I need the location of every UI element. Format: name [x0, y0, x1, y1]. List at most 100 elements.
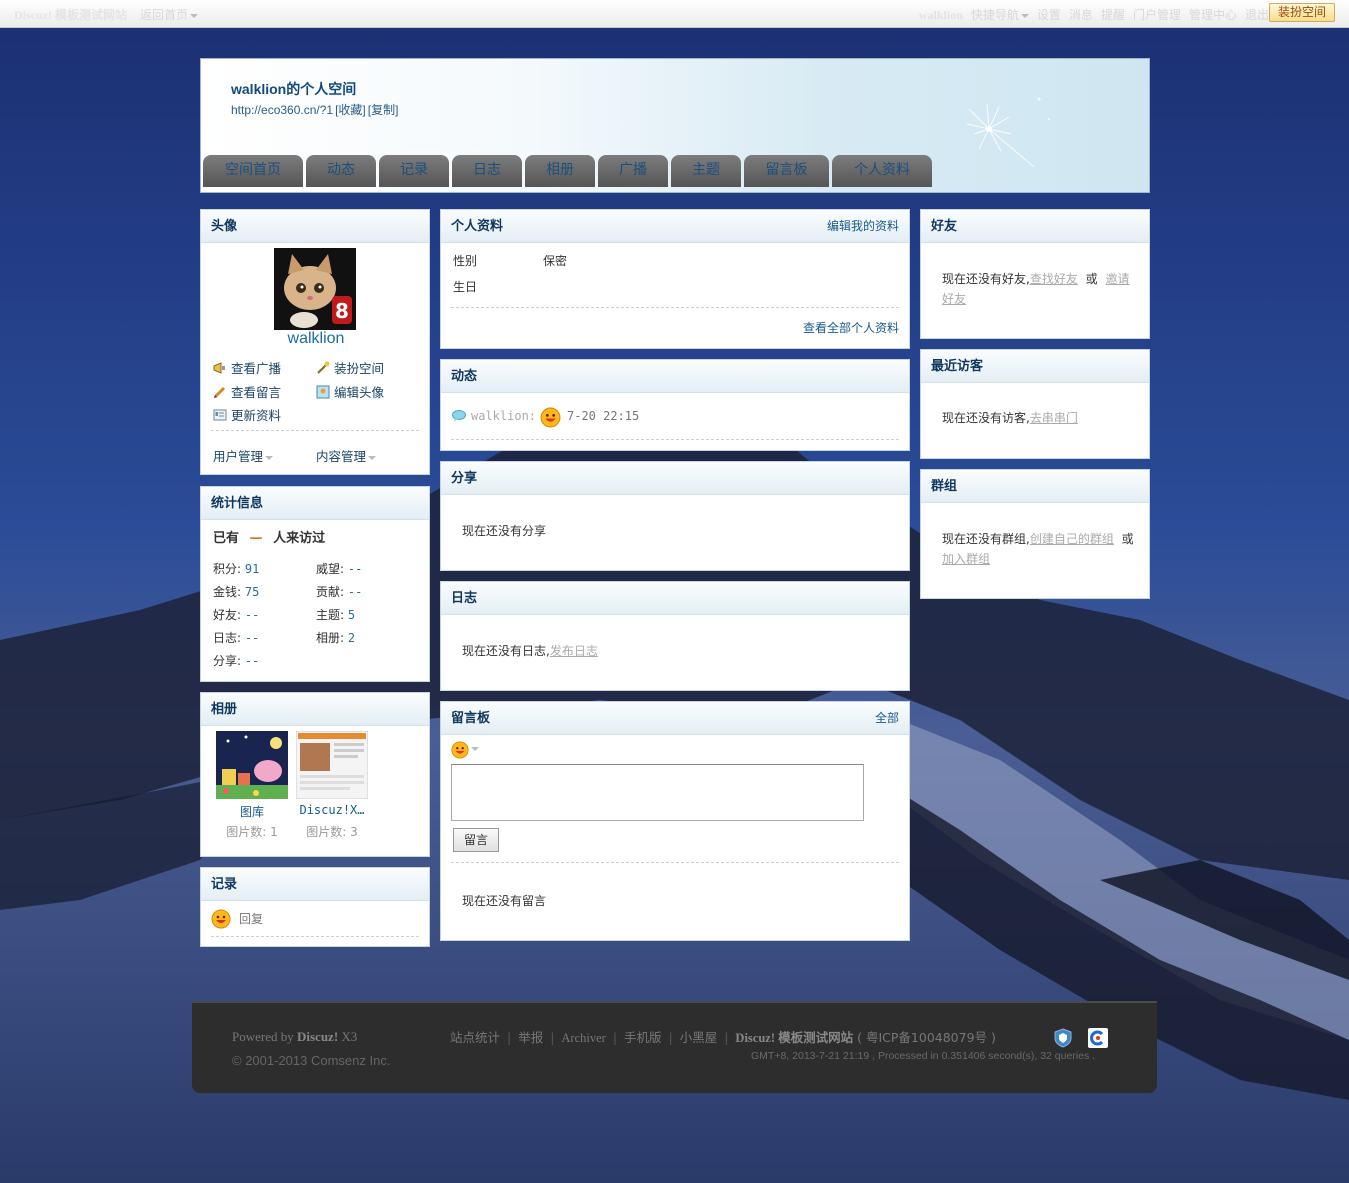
album-thumbnail[interactable] — [296, 731, 368, 799]
tab-space-home[interactable]: 空间首页 — [203, 155, 303, 187]
footer-link-stats[interactable]: 站点统计 — [450, 1030, 500, 1045]
smiley-icon — [451, 741, 469, 759]
footer-site-name-link[interactable]: Discuz! 模板测试网站 — [735, 1031, 853, 1045]
visitors-box: 最近访客 现在还没有访客,去串串门 — [920, 349, 1150, 459]
stats-box: 统计信息 已有 — 人来访过 积分: 91 威望: -- 金钱: 75 贡献: … — [200, 486, 430, 682]
reminders-link[interactable]: 提醒 — [1101, 8, 1125, 22]
stat-value: -- — [347, 562, 363, 576]
album-name[interactable]: 图库 — [216, 803, 288, 820]
stat-value[interactable]: 5 — [348, 608, 355, 622]
view-messages-link[interactable]: 查看留言 — [213, 382, 281, 401]
friends-empty-line: 现在还没有好友,查找好友 或 邀请好友 — [942, 269, 1137, 309]
feed-user: walklion — [471, 409, 529, 423]
favorite-link[interactable]: [收藏] — [335, 103, 366, 117]
share-box-title: 分享 — [441, 462, 909, 495]
avatar[interactable]: 8 — [274, 248, 356, 330]
tab-broadcast[interactable]: 广播 — [598, 155, 668, 187]
view-all-profile-link[interactable]: 查看全部个人资料 — [803, 319, 899, 336]
powered-brand-link[interactable]: Discuz! — [297, 1029, 338, 1044]
publish-blog-link[interactable]: 发布日志 — [550, 644, 598, 658]
edit-avatar-label: 编辑头像 — [334, 385, 385, 400]
footer-link-blacklist[interactable]: 小黑屋 — [680, 1030, 718, 1045]
stat-value: -- — [244, 654, 260, 668]
groups-box-title: 群组 — [921, 470, 1149, 503]
avatar-username[interactable]: walklion — [201, 330, 431, 348]
footer-link-archiver[interactable]: Archiver — [561, 1031, 605, 1045]
divider — [451, 307, 899, 308]
stat-value: -- — [244, 631, 260, 645]
user-manage-menu[interactable]: 用户管理 — [213, 446, 274, 465]
chevron-down-icon — [1020, 14, 1029, 19]
stat-value[interactable]: 91 — [245, 562, 259, 576]
edit-profile-link[interactable]: 编辑我的资料 — [827, 210, 899, 243]
view-broadcast-link[interactable]: 查看广播 — [213, 358, 281, 377]
content-manage-menu[interactable]: 内容管理 — [316, 446, 377, 465]
tab-blog[interactable]: 日志 — [452, 155, 522, 187]
tab-album[interactable]: 相册 — [525, 155, 595, 187]
avatar-box-title: 头像 — [201, 210, 429, 243]
view-messages-label: 查看留言 — [231, 385, 282, 400]
username-link[interactable]: walklion — [919, 8, 963, 22]
stat-label: 好友: — [213, 608, 242, 622]
record-box-title: 记录 — [201, 868, 429, 901]
admin-center-link[interactable]: 管理中心 — [1189, 8, 1237, 22]
profile-box-title: 个人资料 — [451, 219, 504, 234]
dandelion-decoration — [966, 97, 1050, 168]
groups-box: 群组 现在还没有群组,创建自己的群组 或 加入群组 — [920, 469, 1150, 599]
tab-profile[interactable]: 个人资料 — [832, 155, 932, 187]
tab-guestbook[interactable]: 留言板 — [744, 155, 829, 187]
album-name[interactable]: Discuz!X… — [296, 803, 368, 817]
footer-link-report[interactable]: 举报 — [518, 1030, 543, 1045]
logout-link[interactable]: 退出 — [1245, 8, 1269, 22]
dress-space-button[interactable]: 装扮空间 — [1268, 3, 1335, 22]
stat-value[interactable]: 75 — [245, 585, 259, 599]
site-name-link[interactable]: Discuz! 模板测试网站 — [14, 8, 127, 22]
album-box-title: 相册 — [201, 693, 429, 726]
create-group-link[interactable]: 创建自己的群组 — [1030, 532, 1114, 546]
feed-user-link[interactable]: walklion: — [471, 409, 536, 423]
security-badge-icon[interactable] — [1054, 1028, 1072, 1048]
picture-icon — [316, 385, 330, 399]
space-nav: 空间首页 动态 记录 日志 相册 广播 主题 留言板 个人资料 — [203, 155, 935, 189]
tab-threads[interactable]: 主题 — [671, 155, 741, 187]
back-home-link[interactable]: 返回首页 — [140, 8, 188, 22]
blog-empty-text: 现在还没有日志, — [462, 644, 550, 658]
verified-badge-icon[interactable] — [1088, 1028, 1108, 1048]
messages-link[interactable]: 消息 — [1069, 8, 1093, 22]
space-url[interactable]: http://eco360.cn/?1 — [231, 103, 333, 117]
tab-records[interactable]: 记录 — [379, 155, 449, 187]
visitors-empty-text: 现在还没有访客, — [942, 411, 1030, 425]
stats-box-title: 统计信息 — [201, 487, 429, 520]
update-profile-link[interactable]: 更新资料 — [213, 405, 281, 424]
footer-link-mobile[interactable]: 手机版 — [624, 1030, 662, 1045]
stat-label: 贡献: — [316, 585, 345, 599]
copy-link[interactable]: [复制] — [368, 103, 399, 117]
find-friends-link[interactable]: 查找好友 — [1030, 272, 1078, 286]
icp-link[interactable]: ( 粤ICP备10048079号 ) — [857, 1030, 996, 1045]
dress-space-link[interactable]: 装扮空间 — [316, 358, 384, 377]
submit-guestbook-button[interactable]: 留言 — [453, 828, 499, 852]
quick-nav-link[interactable]: 快捷导航 — [971, 8, 1019, 22]
top-toolbar: Discuz! 模板测试网站 返回首页 walklion 快捷导航 设置 消息 … — [0, 0, 1349, 28]
guestbook-textarea[interactable] — [451, 764, 864, 821]
share-box: 分享 现在还没有分享 — [440, 461, 910, 571]
portal-manage-link[interactable]: 门户管理 — [1133, 8, 1181, 22]
powered-prefix: Powered by — [232, 1029, 294, 1044]
blog-box-title: 日志 — [441, 582, 909, 615]
stat-credits: 积分: 91 — [213, 560, 259, 577]
join-group-link[interactable]: 加入群组 — [942, 552, 990, 566]
record-reply-link[interactable]: 回复 — [239, 910, 263, 927]
album-thumbnail[interactable] — [216, 731, 288, 799]
settings-link[interactable]: 设置 — [1037, 8, 1061, 22]
stat-money: 金钱: 75 — [213, 583, 259, 600]
stat-value[interactable]: 2 — [348, 631, 355, 645]
stat-label: 威望: — [316, 562, 345, 576]
visit-around-link[interactable]: 去串串门 — [1030, 411, 1078, 425]
avatar-box: 头像 8 walklion 查看广播 装扮空间 查看留言 编辑头像 更新资料 用… — [200, 209, 430, 475]
visitor-prefix: 已有 — [213, 531, 240, 546]
tab-feed[interactable]: 动态 — [306, 155, 376, 187]
guestbook-all-link[interactable]: 全部 — [875, 702, 899, 735]
edit-avatar-link[interactable]: 编辑头像 — [316, 382, 384, 401]
friends-box-title: 好友 — [921, 210, 1149, 243]
emoticon-picker[interactable] — [451, 741, 479, 762]
